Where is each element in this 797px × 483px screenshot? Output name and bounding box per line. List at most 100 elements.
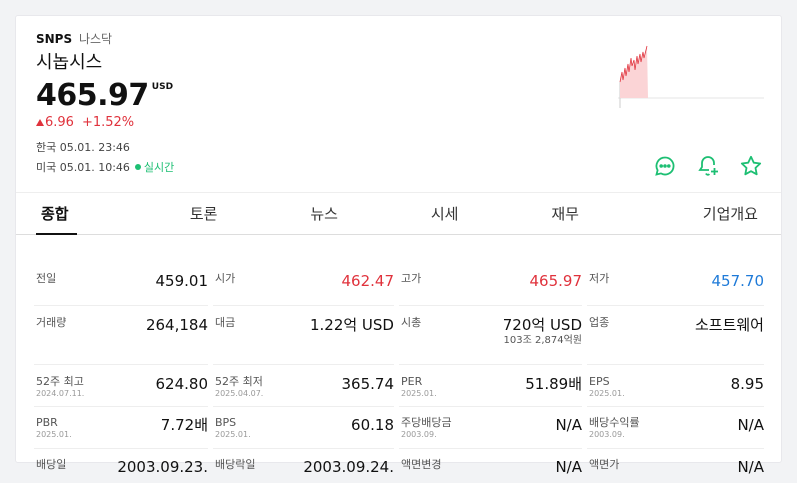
- stat-value: 1.22억 USD: [309, 316, 394, 334]
- stat-value: 60.18: [351, 416, 394, 434]
- stat-label: 액면가: [589, 458, 620, 471]
- stat-label: 시총: [401, 316, 422, 329]
- time-korea: 한국 05.01. 23:46: [36, 141, 130, 154]
- stat-amount: 대금 1.22억 USD: [213, 306, 394, 365]
- stat-label: 고가: [401, 272, 422, 285]
- stock-header: SNPS 나스닥 시놉시스 465.97 USD 6.96 +1.52% 한국 …: [16, 16, 781, 192]
- stat-label: PBR: [36, 416, 58, 429]
- stat-value: N/A: [737, 458, 764, 476]
- stat-52w-high: 52주 최고 2024.07.11. 624.80: [34, 365, 208, 407]
- stat-volume: 거래량 264,184: [34, 306, 208, 365]
- stat-bps: BPS 2025.01. 60.18: [213, 407, 394, 449]
- change-amount-wrap: 6.96: [36, 115, 74, 130]
- ticker-line: SNPS 나스닥: [36, 30, 112, 47]
- stat-high: 고가 465.97: [399, 254, 582, 306]
- stat-per: PER 2025.01. 51.89배: [399, 365, 582, 407]
- stats-grid: 전일 459.01 시가 462.47 고가 465.97 저가 457.70 …: [34, 254, 765, 483]
- price-change: 6.96 +1.52%: [36, 115, 134, 130]
- stat-label-wrap: BPS 2025.01.: [215, 416, 251, 440]
- chat-icon: [655, 156, 675, 176]
- stat-low: 저가 457.70: [587, 254, 764, 306]
- live-dot-icon: [134, 164, 141, 170]
- stat-value-krw: 103조 2,874억원: [503, 335, 583, 346]
- stat-label: EPS: [589, 375, 610, 388]
- stat-label-wrap: 52주 최저 2025.04.07.: [215, 375, 263, 399]
- stat-open: 시가 462.47: [213, 254, 394, 306]
- time-us-text: 미국 05.01. 10:46: [36, 161, 130, 174]
- tab-discussion[interactable]: 토론: [143, 193, 264, 234]
- stat-value: 8.95: [730, 375, 764, 393]
- change-percent: +1.52%: [81, 115, 135, 130]
- stat-eps: EPS 2025.01. 8.95: [587, 365, 764, 407]
- stat-date: 2024.07.11.: [36, 389, 85, 398]
- stat-label: 업종: [589, 316, 610, 329]
- stat-value: N/A: [555, 416, 582, 434]
- stat-label-wrap: PBR 2025.01.: [36, 416, 72, 440]
- stat-label: PER: [401, 375, 423, 388]
- tab-bar: 종합 토론 뉴스 시세 재무 기업개요: [16, 192, 781, 235]
- tab-quotes[interactable]: 시세: [384, 193, 505, 234]
- intraday-sparkline[interactable]: [618, 42, 764, 112]
- time-us: 미국 05.01. 10:46 실시간: [36, 159, 174, 175]
- stat-div-yield: 배당수익률 2003.09. N/A: [587, 407, 764, 449]
- stat-date: 2025.01.: [589, 389, 625, 398]
- stat-value: N/A: [555, 458, 582, 476]
- stat-52w-low: 52주 최저 2025.04.07. 365.74: [213, 365, 394, 407]
- tab-summary[interactable]: 종합: [16, 193, 143, 235]
- price-currency: USD: [151, 82, 174, 92]
- stat-label: 저가: [589, 272, 610, 285]
- stat-value: 720억 USD: [502, 316, 582, 334]
- stat-label-wrap: PER 2025.01.: [401, 375, 437, 399]
- stat-value: N/A: [737, 416, 764, 434]
- industry-link[interactable]: 소프트웨어: [695, 316, 764, 334]
- stat-label: 배당일: [36, 458, 67, 471]
- stat-value: 51.89배: [525, 375, 582, 393]
- ticker-code: SNPS: [36, 32, 73, 46]
- stat-value: 624.80: [155, 375, 209, 393]
- stat-value: 465.97: [529, 272, 583, 290]
- stat-label-wrap: 주당배당금 2003.09.: [401, 416, 452, 440]
- bell-plus-icon: [698, 156, 718, 176]
- stat-label: BPS: [215, 416, 237, 429]
- stat-label: 전일: [36, 272, 57, 285]
- up-triangle-icon: [36, 119, 44, 126]
- stat-value-wrap: 720억 USD 103조 2,874억원: [503, 316, 582, 348]
- tab-company-info[interactable]: 기업개요: [625, 193, 781, 234]
- stat-date: 2025.01.: [36, 430, 72, 439]
- stat-label-wrap: EPS 2025.01.: [589, 375, 625, 399]
- stat-dps: 주당배당금 2003.09. N/A: [399, 407, 582, 449]
- stat-par-change: 액면변경 N/A: [399, 449, 582, 483]
- stat-label: 주당배당금: [401, 416, 452, 429]
- stat-label: 거래량: [36, 316, 67, 329]
- stat-date: 2025.04.07.: [215, 389, 264, 398]
- stat-label-wrap: 배당수익률 2003.09.: [589, 416, 640, 440]
- tab-news[interactable]: 뉴스: [264, 193, 385, 234]
- stat-date: 2003.09.: [401, 430, 437, 439]
- stat-label: 시가: [215, 272, 236, 285]
- stat-pbr: PBR 2025.01. 7.72배: [34, 407, 208, 449]
- stock-card: SNPS 나스닥 시놉시스 465.97 USD 6.96 +1.52% 한국 …: [15, 15, 782, 476]
- current-price: 465.97: [36, 78, 149, 113]
- stat-label: 52주 최고: [36, 375, 84, 388]
- stat-date: 2003.09.: [589, 430, 625, 439]
- tab-financials[interactable]: 재무: [505, 193, 626, 234]
- exchange-name: 나스닥: [78, 32, 113, 46]
- stat-prev-close: 전일 459.01: [34, 254, 208, 306]
- company-name: 시놉시스: [36, 52, 103, 73]
- stat-value: 264,184: [145, 316, 208, 334]
- stat-label: 대금: [215, 316, 236, 329]
- star-icon: [740, 155, 762, 176]
- stat-div-date: 배당일 2003.09.23.: [34, 449, 208, 483]
- stat-label: 52주 최저: [215, 375, 263, 388]
- stat-value: 7.72배: [160, 416, 208, 434]
- stat-value: 2003.09.23.: [117, 458, 208, 476]
- stat-label-wrap: 52주 최고 2024.07.11.: [36, 375, 84, 399]
- action-buttons: [653, 154, 763, 178]
- stat-value: 459.01: [155, 272, 209, 290]
- favorite-button[interactable]: [739, 154, 763, 178]
- discussion-button[interactable]: [653, 154, 677, 178]
- price-alert-button[interactable]: [696, 154, 720, 178]
- live-label: 실시간: [143, 161, 175, 174]
- stat-exdiv-date: 배당락일 2003.09.24.: [213, 449, 394, 483]
- stat-industry: 업종 소프트웨어: [587, 306, 764, 365]
